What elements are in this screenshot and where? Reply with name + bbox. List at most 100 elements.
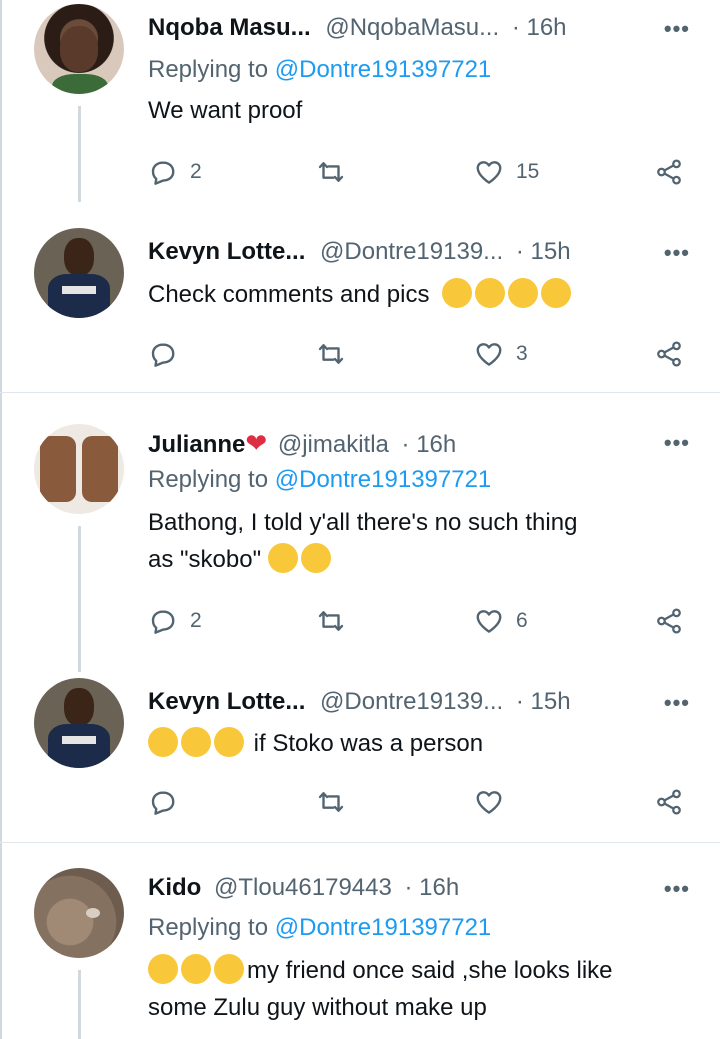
reply-button[interactable] bbox=[148, 339, 178, 369]
tweet-text: We want proof bbox=[148, 97, 303, 124]
tweet-text-content: Check comments and pics bbox=[148, 281, 430, 308]
share-button[interactable] bbox=[654, 606, 684, 636]
share-button[interactable] bbox=[654, 787, 684, 817]
mention-link[interactable]: @Dontre191397721 bbox=[275, 56, 492, 83]
like-button[interactable]: 6 bbox=[474, 606, 528, 636]
user-handle[interactable]: @NqobaMasu... bbox=[325, 14, 499, 41]
tweet-text-line: some Zulu guy without make up bbox=[148, 994, 487, 1021]
timestamp[interactable]: · 16h bbox=[402, 431, 457, 458]
more-icon[interactable]: ••• bbox=[664, 240, 690, 266]
joy-emoji bbox=[148, 954, 178, 984]
avatar[interactable] bbox=[34, 678, 124, 768]
timestamp[interactable]: · 16h bbox=[405, 874, 460, 901]
replying-to: Replying to @Dontre191397721 bbox=[148, 914, 491, 942]
joy-emoji bbox=[214, 954, 244, 984]
joy-emoji bbox=[181, 727, 211, 757]
joy-emoji bbox=[181, 954, 211, 984]
retweet-icon bbox=[316, 606, 346, 636]
reply-icon bbox=[148, 787, 178, 817]
reply-icon bbox=[148, 157, 178, 187]
user-handle[interactable]: @Dontre19139... bbox=[320, 688, 503, 715]
tweet-header: Kido @Tlou46179443 · 16h bbox=[148, 874, 459, 902]
user-handle[interactable]: @Dontre19139... bbox=[320, 238, 503, 265]
share-icon bbox=[654, 787, 684, 817]
more-icon[interactable]: ••• bbox=[664, 16, 690, 42]
display-name[interactable]: Kevyn Lotte... bbox=[148, 688, 305, 715]
retweet-button[interactable] bbox=[316, 787, 346, 817]
retweet-button[interactable] bbox=[316, 339, 346, 369]
like-count: 6 bbox=[516, 609, 528, 632]
like-count: 15 bbox=[516, 160, 540, 183]
user-handle[interactable]: @Tlou46179443 bbox=[214, 874, 392, 901]
sweat-smile-emoji bbox=[442, 278, 473, 308]
tweet-text: Check comments and pics bbox=[148, 276, 708, 313]
like-button[interactable]: 15 bbox=[474, 157, 539, 187]
tweet-header: Nqoba Masu... @NqobaMasu... · 16h bbox=[148, 14, 567, 42]
retweet-button[interactable] bbox=[316, 157, 346, 187]
mention-link[interactable]: @Dontre191397721 bbox=[275, 914, 492, 941]
reply-count: 2 bbox=[190, 609, 202, 632]
avatar[interactable] bbox=[34, 424, 124, 514]
grin-emoji bbox=[475, 278, 506, 308]
display-name[interactable]: Kevyn Lotte... bbox=[148, 238, 305, 265]
share-button[interactable] bbox=[654, 157, 684, 187]
user-handle[interactable]: @jimakitla bbox=[278, 431, 389, 458]
share-icon bbox=[654, 606, 684, 636]
joy-emoji bbox=[148, 727, 178, 757]
tweet-header: Kevyn Lotte... @Dontre19139... · 15h bbox=[148, 238, 571, 266]
display-name[interactable]: Kido bbox=[148, 874, 201, 901]
timestamp[interactable]: · 15h bbox=[516, 238, 571, 265]
tweet-header: Kevyn Lotte... @Dontre19139... · 15h bbox=[148, 688, 571, 716]
reply-button[interactable] bbox=[148, 787, 178, 817]
replying-to: Replying to @Dontre191397721 bbox=[148, 56, 491, 84]
tweet-text-content: if Stoko was a person bbox=[253, 730, 484, 757]
action-bar: 2 15 bbox=[148, 157, 688, 187]
more-icon[interactable]: ••• bbox=[664, 430, 690, 456]
mention-link[interactable]: @Dontre191397721 bbox=[275, 466, 492, 493]
grin-emoji bbox=[508, 278, 539, 308]
like-button[interactable] bbox=[474, 787, 504, 817]
reply-icon bbox=[148, 339, 178, 369]
avatar[interactable] bbox=[34, 4, 124, 94]
display-name[interactable]: Nqoba Masu... bbox=[148, 14, 311, 41]
more-icon[interactable]: ••• bbox=[664, 690, 690, 716]
like-icon bbox=[474, 606, 504, 636]
avatar[interactable] bbox=[34, 228, 124, 318]
action-bar bbox=[148, 787, 688, 817]
retweet-icon bbox=[316, 339, 346, 369]
retweet-button[interactable] bbox=[316, 606, 346, 636]
like-icon bbox=[474, 157, 504, 187]
replying-label: Replying to bbox=[148, 56, 269, 83]
divider bbox=[0, 392, 720, 393]
timestamp[interactable]: · 16h bbox=[512, 14, 567, 41]
hand-over-mouth-emoji bbox=[300, 543, 331, 573]
tweet-text-line: as "skobo" bbox=[148, 546, 262, 573]
red-heart-emoji: ❤ bbox=[245, 428, 268, 458]
reply-button[interactable]: 2 bbox=[148, 157, 202, 187]
like-count: 3 bbox=[516, 342, 528, 365]
like-button[interactable]: 3 bbox=[474, 339, 528, 369]
action-bar: 2 6 bbox=[148, 606, 688, 636]
share-button[interactable] bbox=[654, 339, 684, 369]
more-icon[interactable]: ••• bbox=[664, 876, 690, 902]
tweet-text: Bathong, I told y'all there's no such th… bbox=[148, 504, 708, 578]
avatar[interactable] bbox=[34, 868, 124, 958]
display-name[interactable]: Julianne bbox=[148, 431, 245, 458]
tweet-text: if Stoko was a person bbox=[148, 725, 708, 762]
tweet-text-line: my friend once said ,she looks like bbox=[247, 957, 613, 984]
retweet-icon bbox=[316, 157, 346, 187]
retweet-icon bbox=[316, 787, 346, 817]
like-icon bbox=[474, 787, 504, 817]
tweet-text: my friend once said ,she looks like some… bbox=[148, 952, 708, 1026]
share-icon bbox=[654, 157, 684, 187]
joy-emoji bbox=[541, 278, 572, 308]
like-icon bbox=[474, 339, 504, 369]
reply-button[interactable]: 2 bbox=[148, 606, 202, 636]
tweet-header: Julianne❤ @jimakitla · 16h bbox=[148, 428, 456, 459]
loudly-crying-emoji bbox=[267, 543, 298, 573]
joy-emoji bbox=[214, 727, 244, 757]
replying-label: Replying to bbox=[148, 466, 269, 493]
timestamp[interactable]: · 15h bbox=[516, 688, 571, 715]
share-icon bbox=[654, 339, 684, 369]
reply-count: 2 bbox=[190, 160, 202, 183]
